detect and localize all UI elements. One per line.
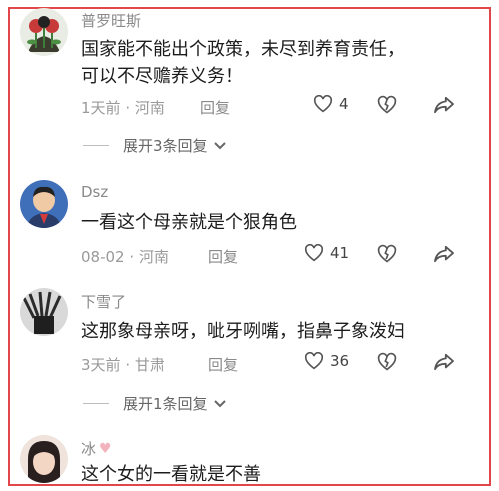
comment-meta: 3天前 · 甘肃	[81, 354, 165, 375]
avatar[interactable]	[20, 288, 68, 336]
meta-separator: ·	[125, 99, 131, 117]
share-icon[interactable]	[433, 96, 455, 114]
chevron-down-icon	[213, 141, 226, 149]
like-count: 4	[339, 95, 349, 113]
avatar[interactable]	[20, 435, 68, 483]
comment-line: 一看这个母亲就是个狠角色	[81, 212, 297, 233]
like-button[interactable]: 36	[304, 352, 349, 370]
comment-line: 这那象母亲呀，呲牙咧嘴，指鼻子象泼妇	[81, 321, 405, 342]
like-count: 36	[330, 352, 350, 370]
username[interactable]: Dsz	[81, 183, 108, 201]
reply-button[interactable]: 回复	[208, 246, 238, 267]
chevron-down-icon	[213, 399, 226, 407]
avatar[interactable]	[20, 8, 68, 56]
comment-text: 一看这个母亲就是个狠角色	[81, 209, 297, 236]
reply-button[interactable]: 回复	[208, 354, 238, 375]
like-button[interactable]: 41	[304, 244, 349, 262]
share-icon[interactable]	[433, 245, 455, 263]
reply-button[interactable]: 回复	[200, 97, 230, 118]
like-button[interactable]: 4	[313, 95, 349, 113]
dislike-icon[interactable]	[377, 244, 397, 264]
comment-line: 这个女的一看就是不善	[81, 464, 261, 485]
comment-location: 河南	[138, 248, 169, 266]
expand-divider	[83, 403, 109, 404]
comment-meta: 08-02 · 河南	[81, 246, 169, 267]
comment-time: 3天前	[81, 356, 121, 374]
heart-badge-icon: ♥	[99, 440, 112, 457]
username: 冰	[81, 440, 97, 458]
expand-replies[interactable]: 展开3条回复	[83, 135, 227, 156]
comment-time: 08-02	[81, 248, 125, 266]
dislike-icon[interactable]	[377, 352, 397, 372]
username-row[interactable]: 冰 ♥	[81, 438, 112, 459]
username[interactable]: 普罗旺斯	[81, 10, 141, 31]
comment-line: 国家能不能出个政策，未尽到养育责任，	[81, 39, 405, 60]
heart-icon	[313, 95, 333, 113]
comment-location: 河南	[134, 99, 165, 117]
comment-text: 国家能不能出个政策，未尽到养育责任， 可以不尽赡养义务！	[81, 36, 405, 90]
comment-meta: 1天前 · 河南	[81, 97, 165, 118]
share-icon[interactable]	[433, 353, 455, 371]
dislike-icon[interactable]	[377, 95, 397, 115]
heart-icon	[304, 352, 324, 370]
avatar[interactable]	[20, 180, 68, 228]
expand-replies-label: 展开1条回复	[123, 395, 208, 413]
comment-line: 可以不尽赡养义务！	[81, 66, 243, 87]
expand-replies-label: 展开3条回复	[123, 137, 208, 155]
heart-icon	[304, 244, 324, 262]
meta-separator: ·	[129, 248, 135, 266]
comment-time: 1天前	[81, 99, 121, 117]
comment-text: 这个女的一看就是不善	[81, 461, 261, 488]
username[interactable]: 下雪了	[81, 291, 126, 312]
like-count: 41	[330, 244, 350, 262]
expand-divider	[83, 145, 109, 146]
comment-text: 这那象母亲呀，呲牙咧嘴，指鼻子象泼妇	[81, 318, 405, 345]
expand-replies[interactable]: 展开1条回复	[83, 393, 227, 414]
comment-location: 甘肃	[134, 356, 165, 374]
meta-separator: ·	[125, 356, 131, 374]
